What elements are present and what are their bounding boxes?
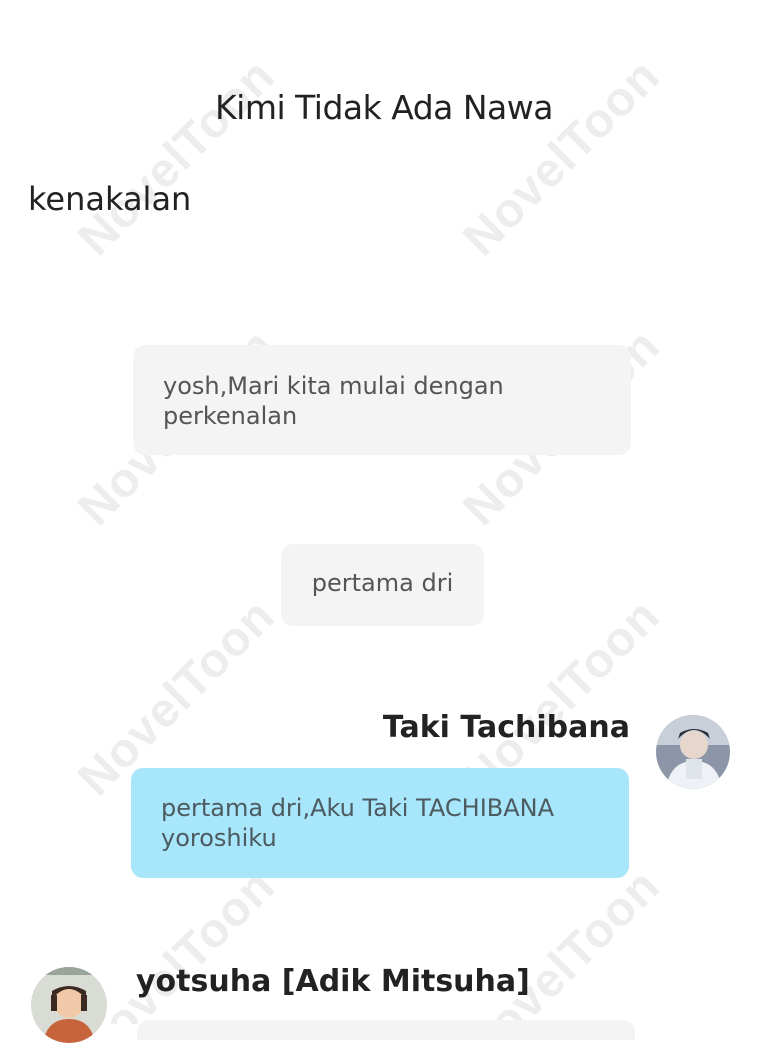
speaker-name: yotsuha [Adik Mitsuha] [136,964,530,999]
speaker-message-bubble: pertama dri,Aku Taki TACHIBANA yoroshiku [131,768,629,878]
narration-bubble: pertama dri [281,544,484,626]
character-avatar[interactable] [656,715,730,789]
character-avatar-icon [31,967,107,1043]
chapter-title: Kimi Tidak Ada Nawa [215,88,553,127]
character-avatar-icon [656,715,730,789]
message-bubble-partial [137,1020,635,1040]
character-avatar[interactable] [31,967,107,1043]
narration-bubble: yosh,Mari kita mulai dengan perkenalan [133,345,631,455]
chat-story-content: Kimi Tidak Ada Nawa kenakalan yosh,Mari … [0,0,768,1043]
speaker-name: Taki Tachibana [382,710,630,745]
section-heading: kenakalan [28,180,192,218]
